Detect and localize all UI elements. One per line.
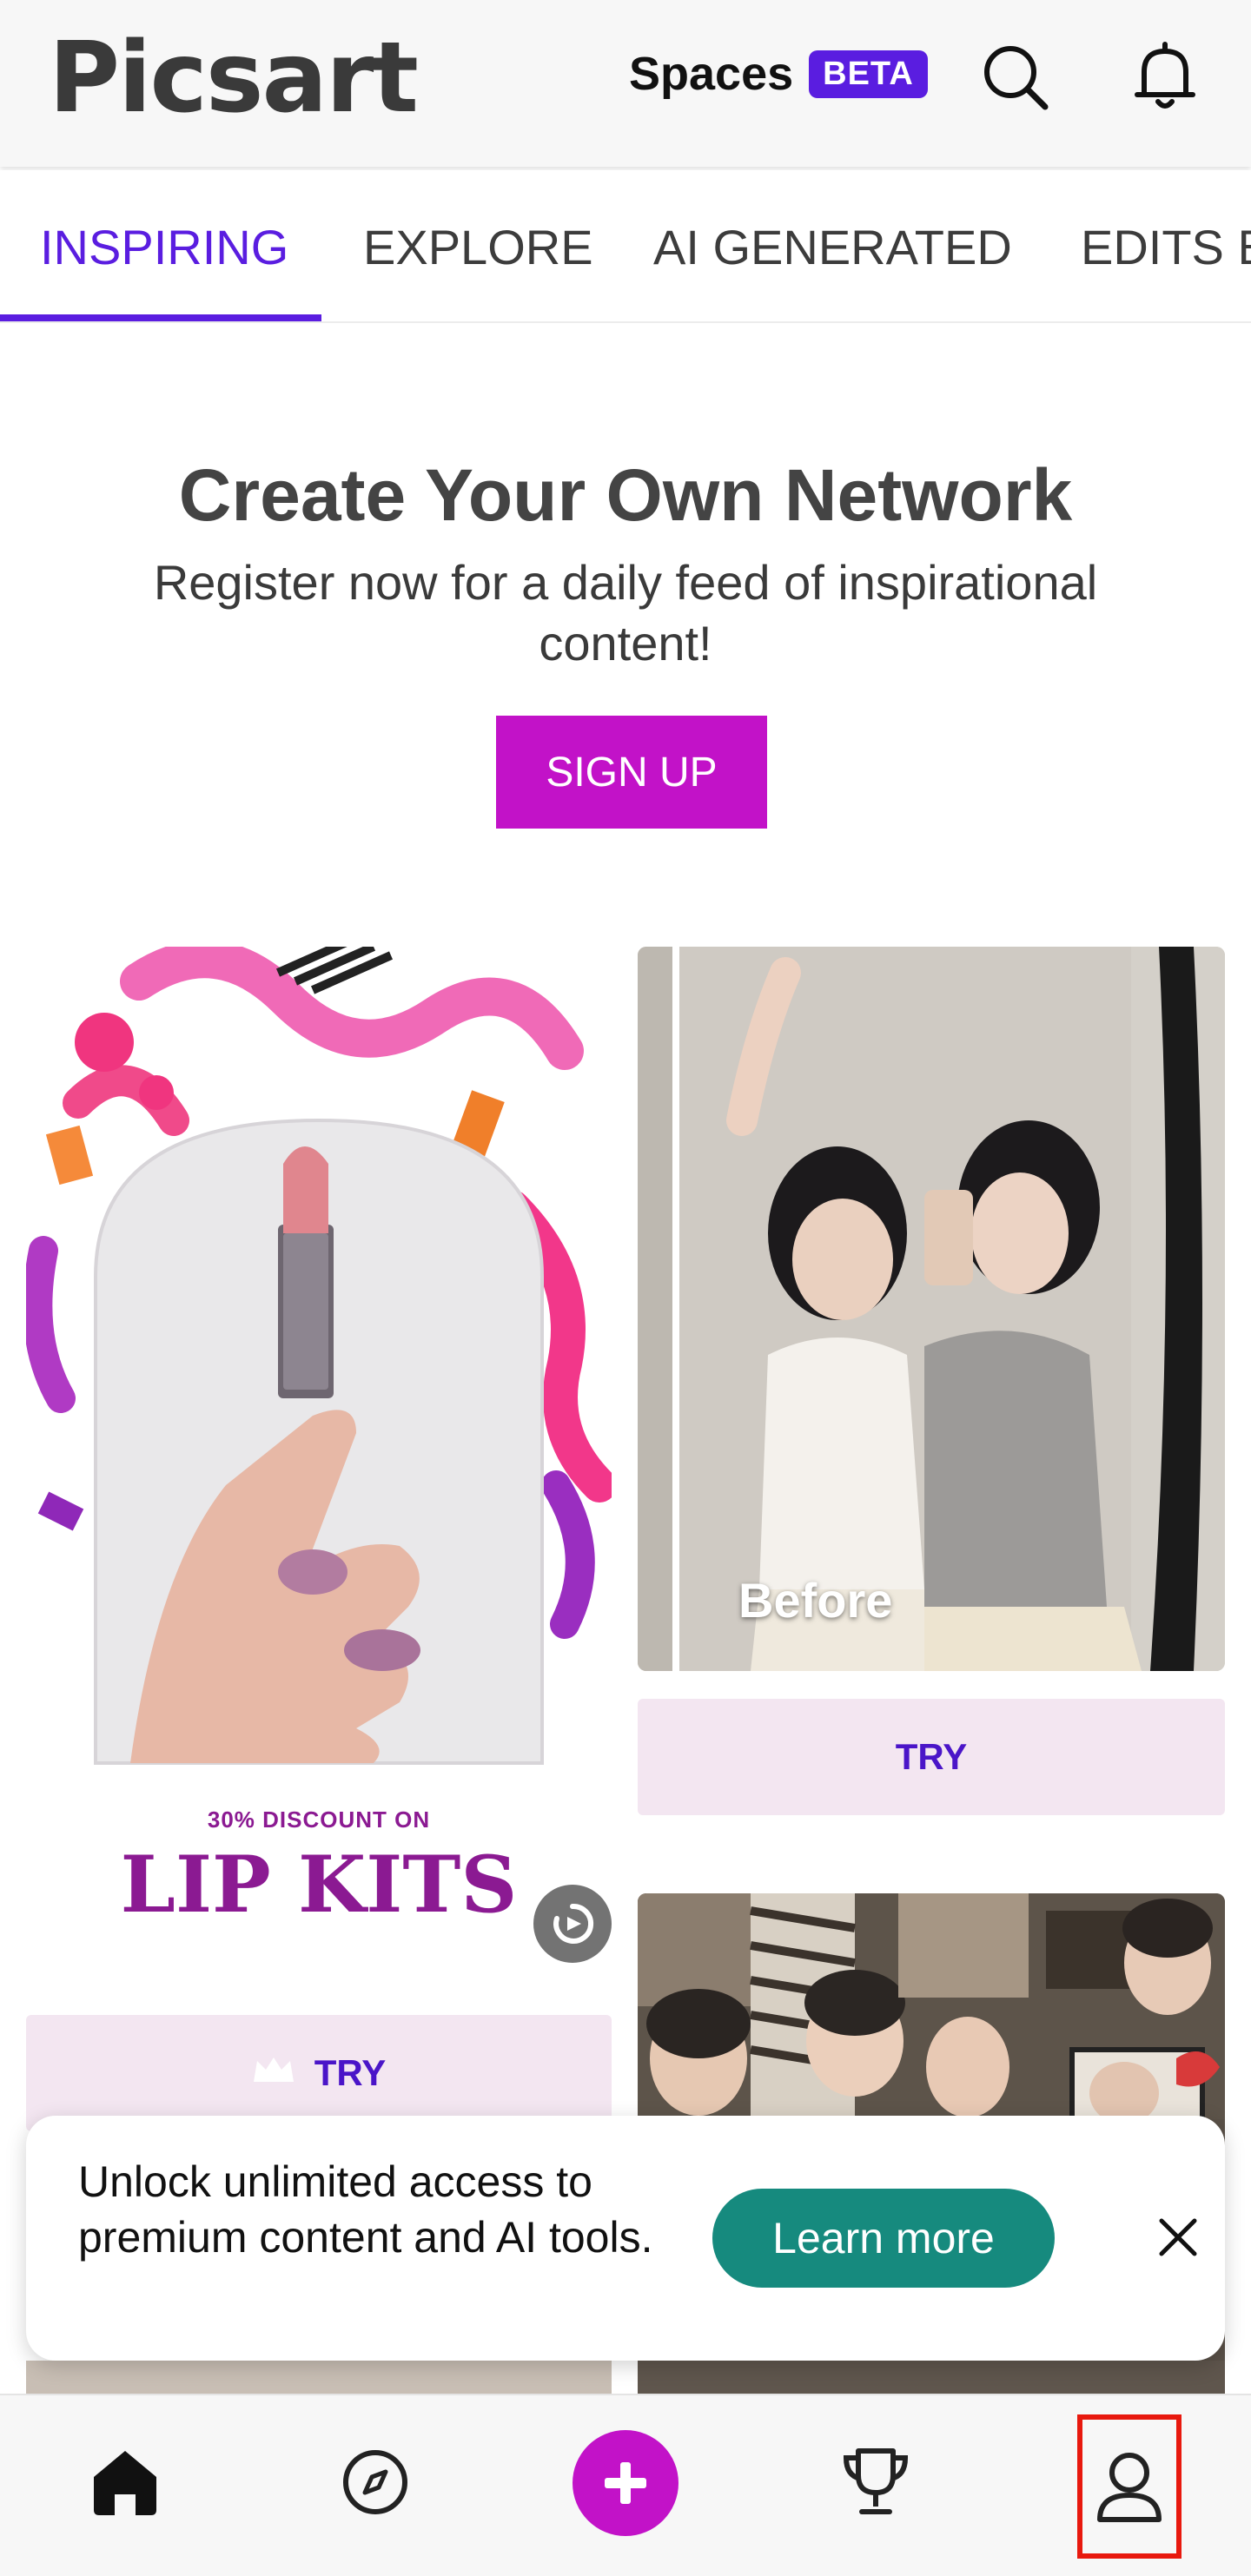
tab-edits[interactable]: EDITS B [1081, 170, 1251, 321]
beta-badge: BETA [809, 50, 928, 98]
create-plus-button[interactable] [573, 2430, 678, 2536]
before-photo [638, 947, 1225, 1671]
feed-item-peek [26, 2361, 612, 2394]
compass-icon[interactable] [323, 2430, 427, 2534]
crown-icon [252, 2052, 295, 2094]
plus-icon [605, 2462, 646, 2504]
spaces-button[interactable]: Spaces BETA [629, 47, 928, 101]
hero-subtitle: Register now for a daily feed of inspira… [153, 555, 1098, 670]
try-label: TRY [895, 1736, 968, 1777]
picsart-logo[interactable]: Picsart [49, 26, 419, 130]
feed-item-peek [638, 2361, 1225, 2394]
bell-icon[interactable] [1126, 38, 1204, 116]
hero-title: Create Your Own Network [178, 454, 1073, 536]
lip-kits-card[interactable]: 30% DISCOUNT ON LIP KITS [26, 947, 612, 1980]
feed-tabs: INSPIRING EXPLORE AI GENERATED EDITS B [0, 170, 1251, 323]
sign-up-button[interactable]: SIGN UP [496, 716, 767, 829]
toast-message: Unlock unlimited access to premium conte… [78, 2157, 653, 2262]
try-label: TRY [314, 2052, 387, 2093]
tab-inspiring[interactable]: INSPIRING [40, 170, 288, 321]
tab-explore[interactable]: EXPLORE [363, 170, 593, 321]
tab-ai-generated[interactable]: AI GENERATED [653, 170, 1012, 321]
try-button-lip-kits[interactable]: TRY [26, 2015, 612, 2131]
replay-icon[interactable] [533, 1885, 612, 1963]
top-app-bar: Picsart Spaces BETA [0, 0, 1251, 167]
profile-selection-highlight [1077, 2414, 1182, 2559]
active-tab-indicator [0, 314, 321, 321]
promo-discount-text: 30% DISCOUNT ON [207, 1807, 431, 1833]
promo-title: LIP KITS [120, 1839, 518, 1931]
premium-toast: Unlock unlimited access to premium conte… [26, 2116, 1225, 2361]
collage-image [638, 1893, 1225, 2119]
lip-kits-promo: 30% DISCOUNT ON LIP KITS [26, 1807, 612, 1931]
before-after-card[interactable]: Before [638, 947, 1225, 1671]
close-icon[interactable] [1143, 2203, 1213, 2272]
learn-more-button[interactable]: Learn more [712, 2189, 1055, 2288]
try-button-before-after[interactable]: TRY [638, 1699, 1225, 1815]
search-icon[interactable] [976, 38, 1055, 116]
before-label: Before [738, 1573, 893, 1628]
spaces-label: Spaces [629, 48, 794, 100]
home-icon[interactable] [73, 2430, 177, 2534]
bottom-navigation [0, 2394, 1251, 2576]
trophy-icon[interactable] [824, 2430, 928, 2534]
